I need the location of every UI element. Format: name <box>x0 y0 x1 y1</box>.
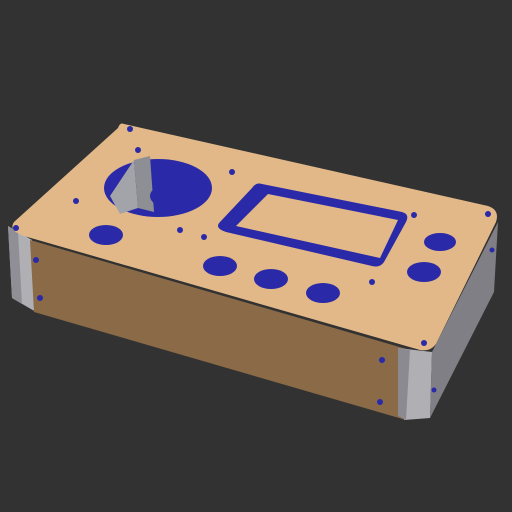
3d-viewport[interactable] <box>0 0 512 512</box>
enclosure-render <box>0 0 512 512</box>
